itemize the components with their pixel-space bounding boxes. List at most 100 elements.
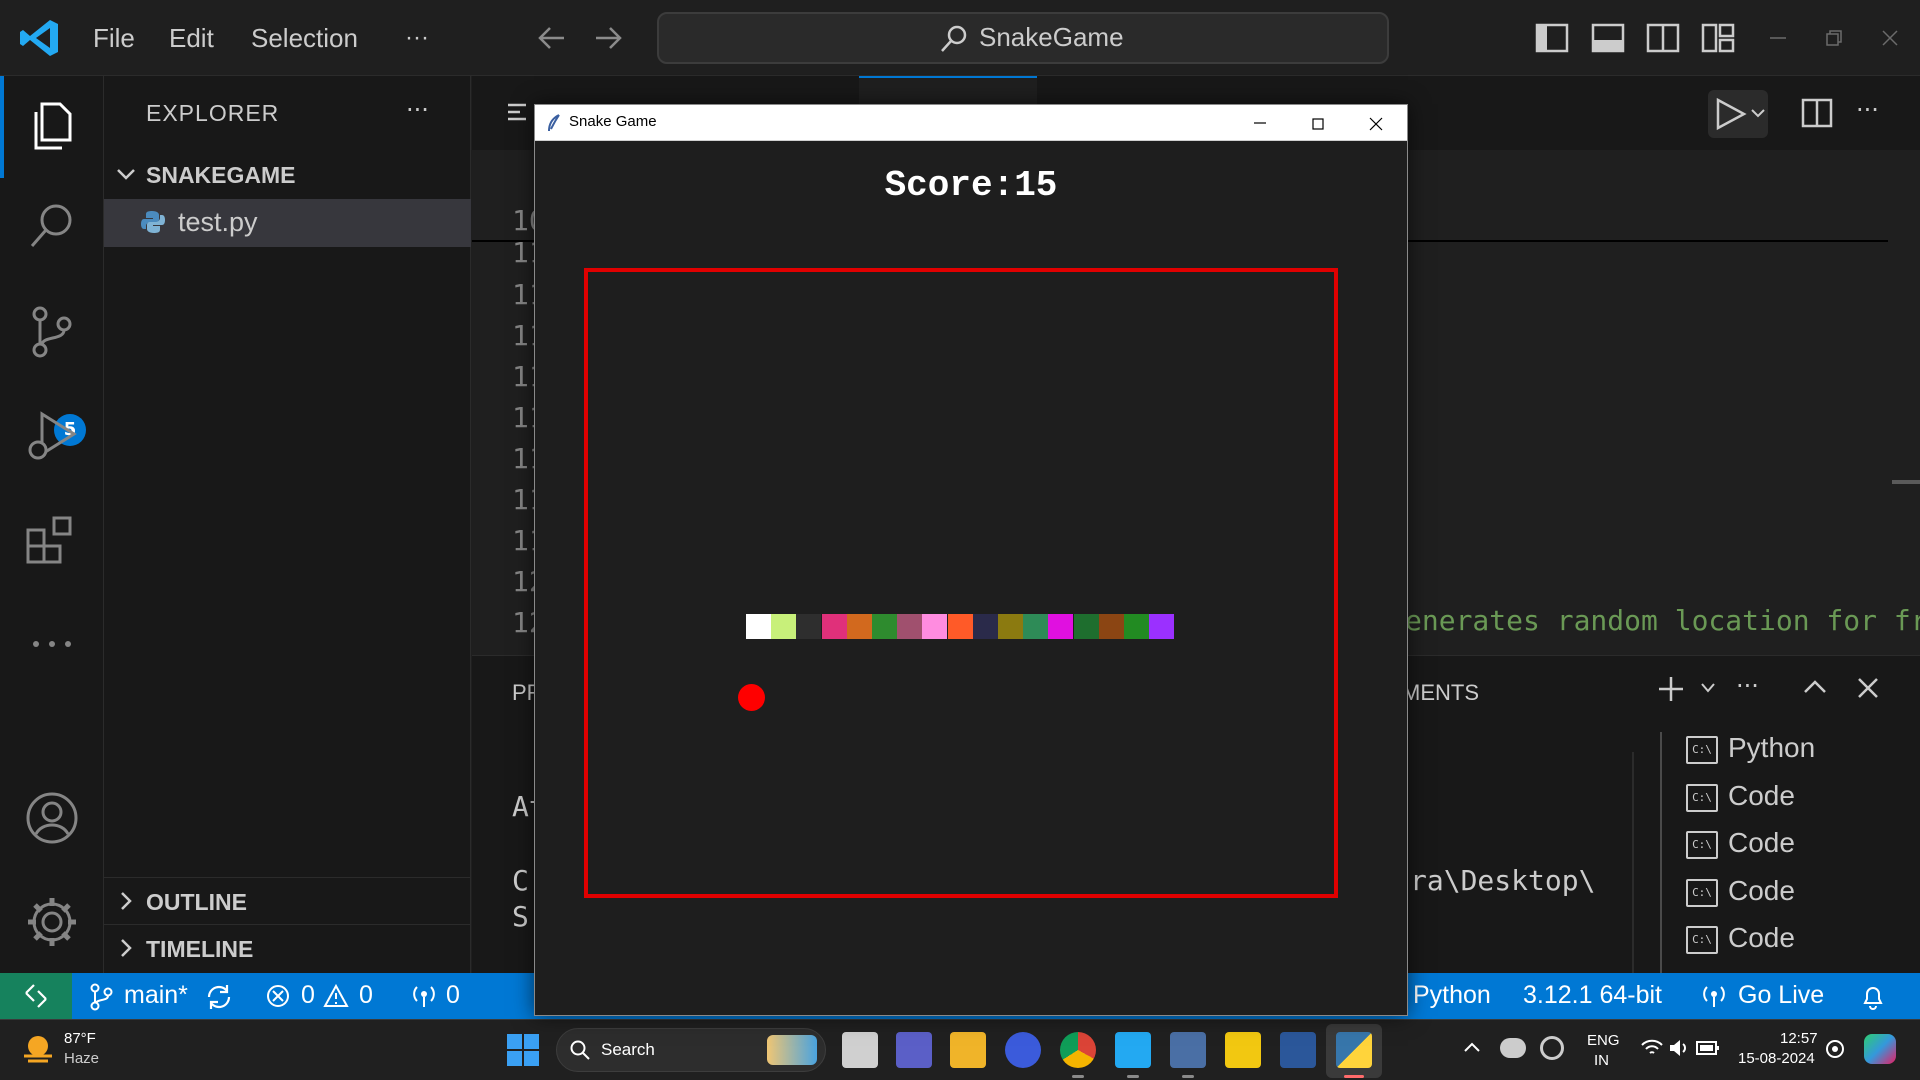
- panel-tab-comments[interactable]: MENTS: [1402, 680, 1479, 706]
- chevron-right-icon: [121, 939, 132, 957]
- power-bi-icon[interactable]: [1225, 1032, 1261, 1068]
- language-line2[interactable]: IN: [1594, 1052, 1609, 1069]
- terminal-name: Code: [1728, 875, 1795, 906]
- terminal-icon: C:\: [1686, 879, 1718, 907]
- snake-segment: [1073, 614, 1099, 639]
- go-live-button[interactable]: Go Live: [1702, 973, 1824, 1019]
- file-explorer-icon[interactable]: [950, 1032, 986, 1068]
- menu-edit[interactable]: Edit: [169, 18, 214, 58]
- clock-date[interactable]: 15-08-2024: [1738, 1050, 1815, 1067]
- game-arena-border: [584, 268, 1338, 898]
- language-line1[interactable]: ENG: [1587, 1032, 1620, 1049]
- snake-segment: [1098, 614, 1124, 639]
- toggle-secondary-sidebar-icon[interactable]: [1645, 20, 1681, 56]
- forward-arrow-icon[interactable]: [592, 24, 624, 52]
- more-views-icon[interactable]: [22, 614, 82, 674]
- snake-segment: [922, 614, 948, 639]
- split-editor-icon[interactable]: [1800, 96, 1834, 130]
- active-indicator: [1344, 1075, 1364, 1078]
- vscode-taskbar-icon[interactable]: [1115, 1032, 1151, 1068]
- remote-indicator[interactable]: [0, 973, 72, 1019]
- python-interpreter[interactable]: 3.12.1 64-bit: [1523, 981, 1662, 1010]
- broadcast-icon: [413, 986, 435, 1007]
- snake-window-title: Snake Game: [569, 113, 657, 130]
- maximize-panel-icon[interactable]: [1802, 676, 1828, 698]
- terminal-text-fragment: S: [512, 900, 529, 933]
- source-control-icon[interactable]: [22, 302, 82, 362]
- customize-layout-icon[interactable]: [1700, 20, 1736, 56]
- onedrive-icon[interactable]: [1500, 1038, 1526, 1058]
- explorer-icon[interactable]: [22, 96, 82, 156]
- teams-icon[interactable]: [896, 1032, 932, 1068]
- toggle-sidebar-icon[interactable]: [1534, 20, 1570, 56]
- back-arrow-icon[interactable]: [536, 24, 568, 52]
- terminal-list-divider: [1632, 752, 1634, 974]
- close-icon[interactable]: [1880, 28, 1900, 48]
- language-mode[interactable]: Python: [1413, 981, 1491, 1010]
- extensions-icon[interactable]: [22, 510, 82, 570]
- restore-icon[interactable]: [1824, 28, 1844, 48]
- sidebar-more-actions[interactable]: ···: [406, 96, 429, 124]
- scrollbar-thumb[interactable]: [1892, 480, 1920, 484]
- new-terminal-icon[interactable]: [1656, 674, 1686, 704]
- run-python-file-icon[interactable]: [1708, 90, 1768, 138]
- windows-taskbar: 87°F Haze Search ENG IN 12:57 15-08-2024: [0, 1019, 1920, 1080]
- chevron-down-icon[interactable]: [1700, 682, 1716, 694]
- sync-icon[interactable]: [204, 983, 234, 1011]
- command-center-search[interactable]: SnakeGame: [657, 12, 1389, 64]
- copilot-icon[interactable]: [1864, 1034, 1896, 1064]
- warning-icon: [323, 983, 349, 1007]
- timeline-section-header[interactable]: TIMELINE: [104, 926, 471, 972]
- snake-minimize-button[interactable]: [1231, 105, 1289, 141]
- file-item-test-py[interactable]: test.py: [104, 199, 471, 247]
- accounts-icon[interactable]: [22, 788, 82, 848]
- app-icon[interactable]: [1005, 1032, 1041, 1068]
- outline-list-icon[interactable]: [506, 102, 528, 122]
- run-debug-icon[interactable]: [22, 406, 82, 466]
- battery-icon[interactable]: [1696, 1040, 1720, 1056]
- menu-more[interactable]: ···: [405, 18, 429, 58]
- menu-selection[interactable]: Selection: [251, 18, 358, 58]
- app-icon[interactable]: [1170, 1032, 1206, 1068]
- chevron-up-icon[interactable]: [1462, 1040, 1482, 1054]
- task-view-icon[interactable]: [842, 1032, 878, 1068]
- volume-icon[interactable]: [1668, 1038, 1690, 1058]
- search-view-icon[interactable]: [22, 196, 82, 256]
- wifi-icon[interactable]: [1640, 1038, 1664, 1058]
- maximize-icon: [1312, 118, 1324, 130]
- branch-name[interactable]: main*: [124, 981, 188, 1010]
- word-icon[interactable]: [1280, 1032, 1316, 1068]
- settings-gear-icon[interactable]: [22, 892, 82, 952]
- snake-close-button[interactable]: [1347, 105, 1405, 141]
- close-panel-icon[interactable]: [1856, 676, 1880, 700]
- folder-name: SNAKEGAME: [146, 162, 296, 188]
- folder-section-header[interactable]: SNAKEGAME: [104, 152, 471, 198]
- section-divider: [104, 924, 471, 925]
- snake-maximize-button[interactable]: [1289, 105, 1347, 141]
- windows-start-icon[interactable]: [505, 1032, 541, 1068]
- python-taskbar-icon[interactable]: [1336, 1032, 1372, 1068]
- chrome-icon[interactable]: [1060, 1032, 1096, 1068]
- clock-time[interactable]: 12:57: [1780, 1030, 1818, 1047]
- snake-game-window: Snake Game Score:15: [534, 104, 1408, 1016]
- editor-more-actions[interactable]: ···: [1856, 96, 1879, 124]
- toggle-panel-icon[interactable]: [1590, 20, 1626, 56]
- snake-segment: [972, 614, 998, 639]
- outline-section-header[interactable]: OUTLINE: [104, 879, 471, 925]
- weather-haze-icon: [24, 1036, 52, 1063]
- notifications-bell-icon[interactable]: [1860, 983, 1886, 1011]
- problems-indicator[interactable]: 0 0: [265, 973, 377, 1019]
- taskbar-search-box[interactable]: Search: [556, 1028, 826, 1072]
- tk-feather-icon: [548, 114, 560, 132]
- weather-widget[interactable]: 87°F Haze: [20, 1028, 140, 1072]
- snake-segment: [872, 614, 897, 639]
- notification-settings-icon[interactable]: [1824, 1038, 1846, 1060]
- game-canvas[interactable]: Score:15: [540, 147, 1402, 1010]
- snake-segment: [947, 614, 973, 639]
- sync-tray-icon[interactable]: [1540, 1036, 1564, 1060]
- panel-more-actions[interactable]: ···: [1736, 672, 1759, 700]
- minimize-icon[interactable]: [1768, 30, 1788, 46]
- menu-file[interactable]: File: [93, 18, 135, 58]
- snake-window-titlebar[interactable]: Snake Game: [535, 105, 1407, 141]
- ports-indicator[interactable]: 0: [410, 973, 470, 1019]
